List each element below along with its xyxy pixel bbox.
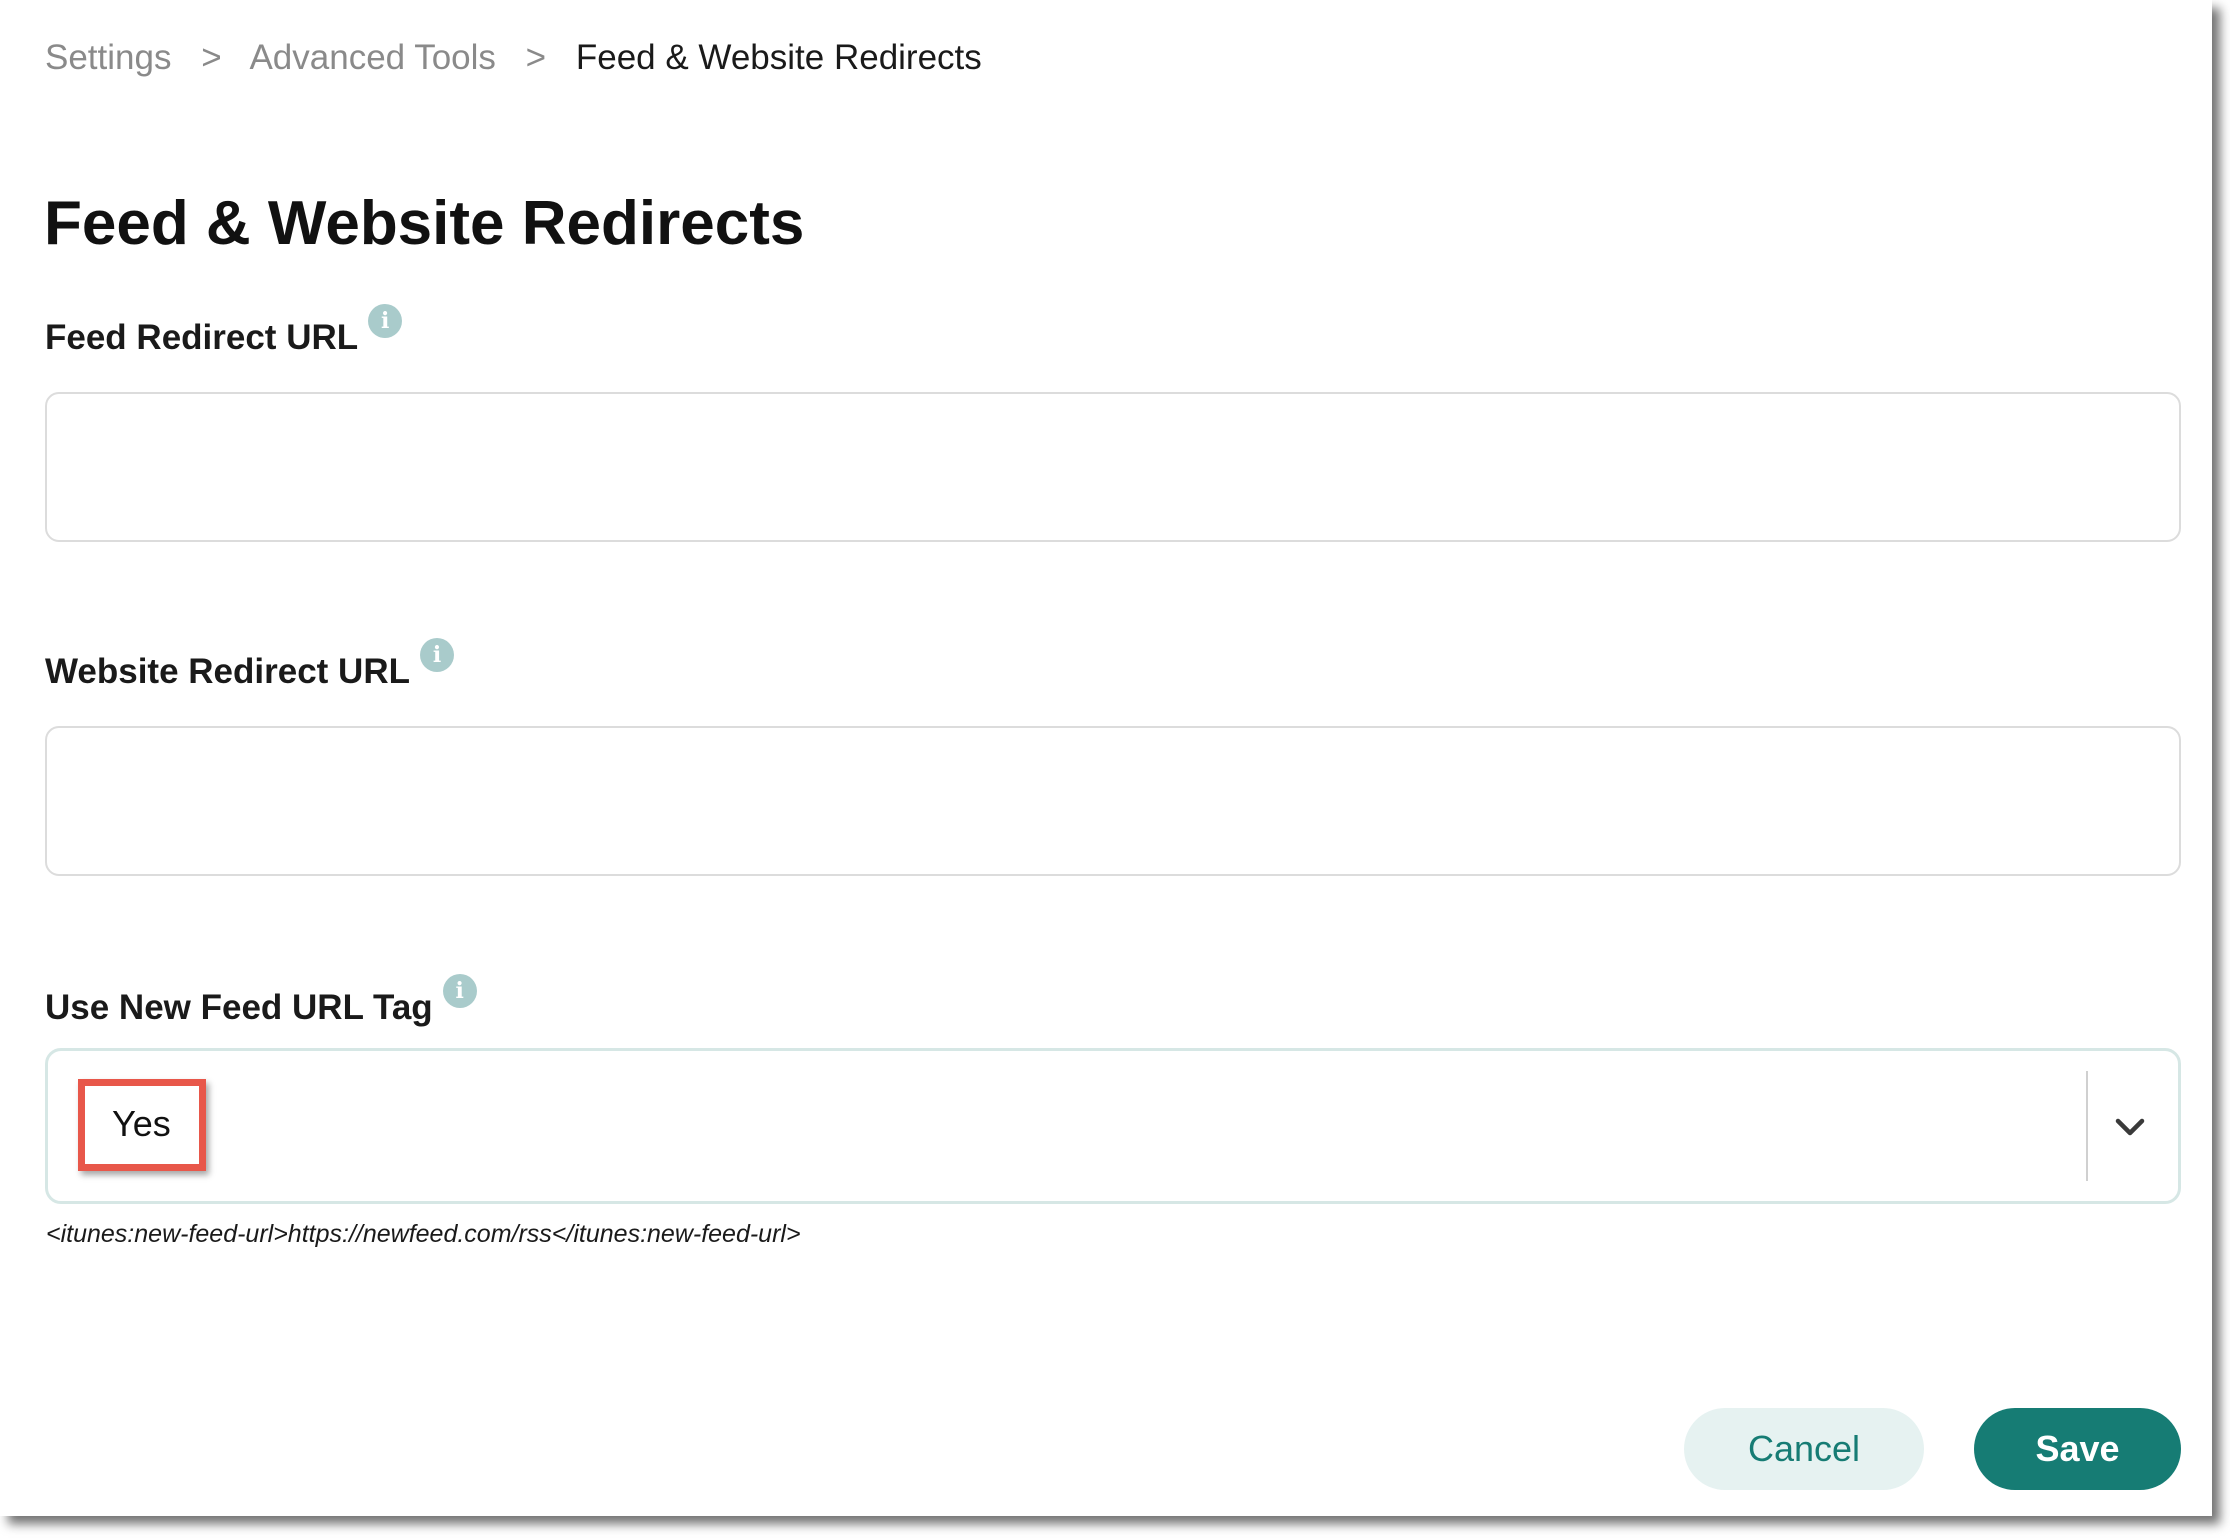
breadcrumb: Settings > Advanced Tools > Feed & Websi… <box>45 38 982 78</box>
page-title: Feed & Website Redirects <box>44 189 805 258</box>
website-redirect-url-input[interactable] <box>45 726 2181 876</box>
new-feed-tag-label-text: Use New Feed URL Tag <box>45 988 433 1027</box>
feed-redirect-label-text: Feed Redirect URL <box>45 318 359 357</box>
select-value: Yes <box>112 1103 171 1144</box>
website-redirect-label: Website Redirect URL i <box>45 638 454 692</box>
breadcrumb-separator: > <box>525 38 547 77</box>
info-icon[interactable]: i <box>420 638 454 672</box>
feed-redirect-label: Feed Redirect URL i <box>45 304 403 358</box>
new-feed-tag-label: Use New Feed URL Tag i <box>45 974 477 1028</box>
website-redirect-label-text: Website Redirect URL <box>45 652 410 691</box>
select-divider <box>2086 1071 2088 1181</box>
save-button[interactable]: Save <box>1974 1408 2181 1490</box>
new-feed-tag-helper-text: <itunes:new-feed-url>https://newfeed.com… <box>46 1220 801 1248</box>
info-icon[interactable]: i <box>442 974 477 1008</box>
cancel-button[interactable]: Cancel <box>1684 1408 1924 1490</box>
feed-redirect-url-input[interactable] <box>45 392 2181 542</box>
breadcrumb-settings[interactable]: Settings <box>45 38 171 77</box>
settings-panel: Settings > Advanced Tools > Feed & Websi… <box>0 0 2212 1516</box>
info-icon[interactable]: i <box>368 304 403 338</box>
breadcrumb-separator: > <box>201 38 222 77</box>
breadcrumb-advanced-tools[interactable]: Advanced Tools <box>249 38 495 77</box>
breadcrumb-current: Feed & Website Redirects <box>575 38 982 77</box>
chevron-down-icon[interactable] <box>2112 1109 2148 1145</box>
new-feed-tag-select[interactable]: Yes <box>45 1048 2181 1204</box>
